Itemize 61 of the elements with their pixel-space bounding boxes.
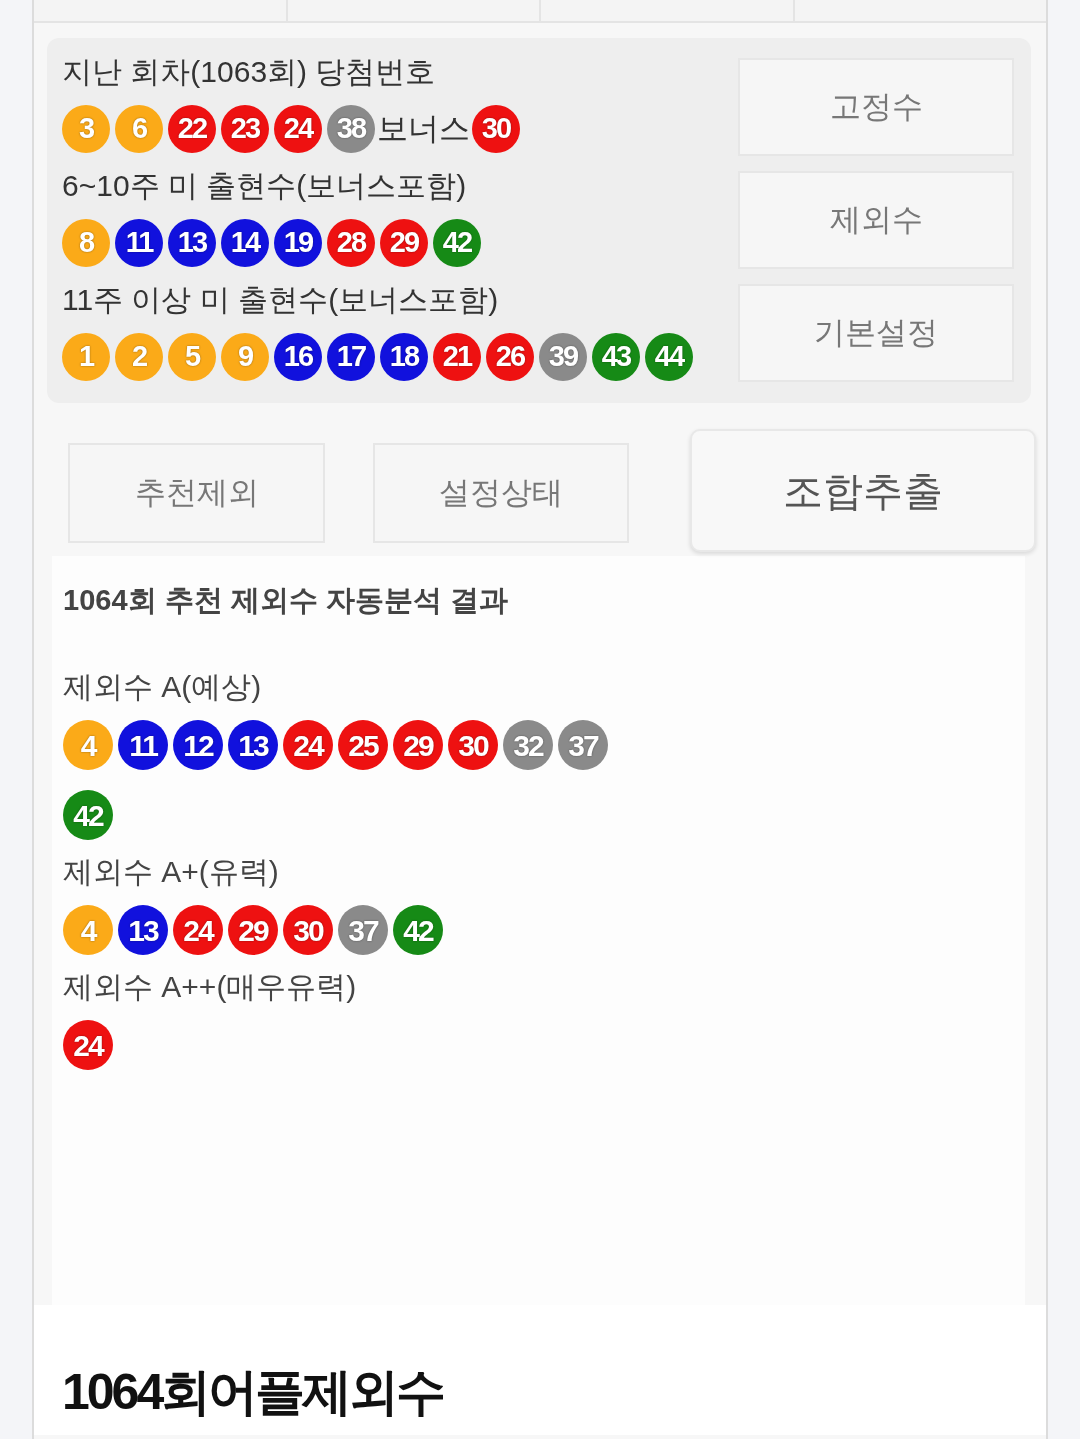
number-ball: 8 — [62, 219, 110, 267]
number-ball: 29 — [393, 720, 443, 770]
group-label: 제외수 A(예상) — [63, 669, 263, 705]
number-ball: 3 — [62, 105, 110, 153]
bonus-label: 보너스 — [377, 111, 470, 147]
settings-status-button[interactable]: 설정상태 — [373, 443, 629, 543]
result-title: 1064회 추천 제외수 자동분석 결과 — [63, 583, 509, 618]
number-ball: 4 — [63, 905, 113, 955]
number-ball: 30 — [283, 905, 333, 955]
number-ball: 42 — [393, 905, 443, 955]
recommend-exclude-button[interactable]: 추천제외 — [68, 443, 325, 543]
number-ball: 39 — [539, 333, 587, 381]
number-ball: 11 — [118, 720, 168, 770]
excluded-numbers-button[interactable]: 제외수 — [738, 171, 1014, 269]
number-ball: 18 — [380, 333, 428, 381]
number-ball: 29 — [228, 905, 278, 955]
number-ball: 24 — [283, 720, 333, 770]
section-title: 6~10주 미 출현수(보너스포함) — [62, 168, 468, 204]
number-ball: 24 — [63, 1020, 113, 1070]
number-ball: 13 — [228, 720, 278, 770]
number-ball: 5 — [168, 333, 216, 381]
number-ball: 30 — [472, 105, 520, 153]
number-ball: 28 — [327, 219, 375, 267]
group-label: 제외수 A++(매우유력) — [63, 969, 358, 1005]
number-ball: 32 — [503, 720, 553, 770]
number-ball: 24 — [274, 105, 322, 153]
number-ball: 43 — [592, 333, 640, 381]
number-ball: 6 — [115, 105, 163, 153]
number-ball: 2 — [115, 333, 163, 381]
number-ball: 11 — [115, 219, 163, 267]
number-ball: 21 — [433, 333, 481, 381]
extract-combination-button[interactable]: 조합추출 — [690, 429, 1036, 552]
number-ball: 16 — [274, 333, 322, 381]
number-ball: 1 — [62, 333, 110, 381]
number-ball: 26 — [486, 333, 534, 381]
number-ball: 30 — [448, 720, 498, 770]
number-ball: 13 — [118, 905, 168, 955]
number-ball: 42 — [433, 219, 481, 267]
number-ball: 37 — [338, 905, 388, 955]
number-ball: 22 — [168, 105, 216, 153]
number-ball: 9 — [221, 333, 269, 381]
number-ball: 42 — [63, 790, 113, 840]
number-ball: 13 — [168, 219, 216, 267]
number-ball: 4 — [63, 720, 113, 770]
number-ball: 24 — [173, 905, 223, 955]
default-settings-button[interactable]: 기본설정 — [738, 284, 1014, 382]
number-ball: 19 — [274, 219, 322, 267]
section-heading: 1064회어플제외수 — [62, 1363, 445, 1422]
number-ball: 44 — [645, 333, 693, 381]
number-ball: 17 — [327, 333, 375, 381]
section-title: 지난 회차(1063회) 당첨번호 — [62, 54, 437, 90]
fixed-numbers-button[interactable]: 고정수 — [738, 58, 1014, 156]
section-title: 11주 이상 미 출현수(보너스포함) — [62, 282, 500, 318]
number-ball: 23 — [221, 105, 269, 153]
number-ball: 38 — [327, 105, 375, 153]
number-ball: 12 — [173, 720, 223, 770]
number-ball: 25 — [338, 720, 388, 770]
group-label: 제외수 A+(유력) — [63, 854, 280, 890]
number-ball: 37 — [558, 720, 608, 770]
number-ball: 29 — [380, 219, 428, 267]
number-ball: 14 — [221, 219, 269, 267]
